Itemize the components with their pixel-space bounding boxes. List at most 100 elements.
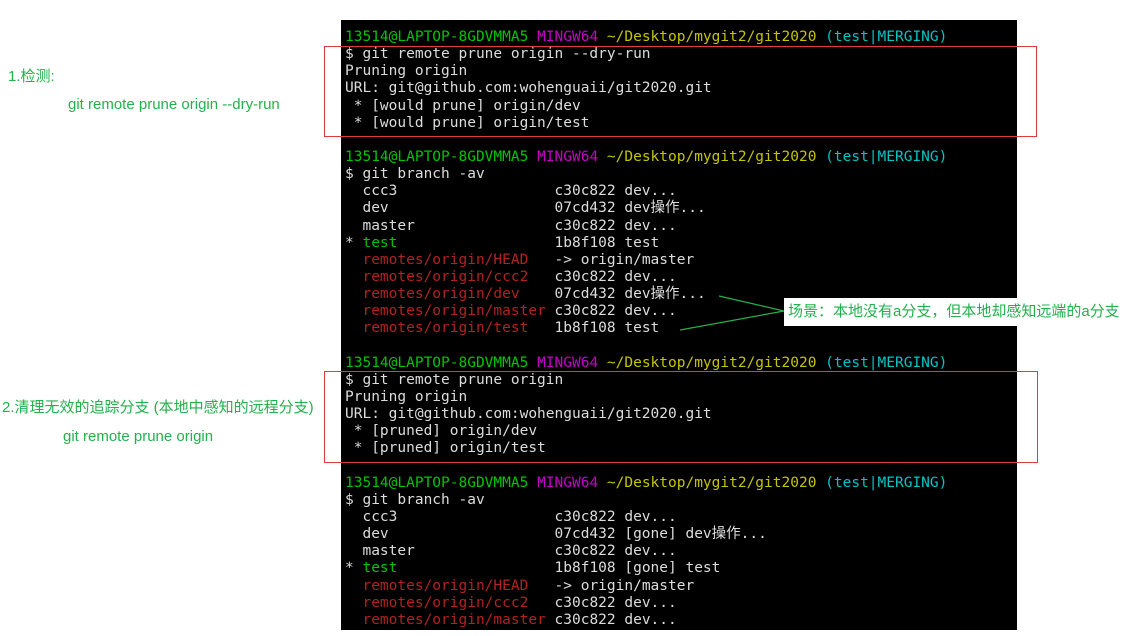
terminal-text-segment: $ git branch -av [345, 492, 485, 508]
terminal-text-segment: remotes/origin/dev [362, 286, 519, 302]
terminal-line: $ git branch -av [345, 492, 1017, 509]
terminal-text-segment: remotes/origin/ccc2 [362, 595, 528, 611]
terminal-text-segment [598, 149, 607, 165]
terminal-text-segment: c30c822 dev... [546, 303, 677, 319]
terminal-line: $ git branch -av [345, 166, 1017, 183]
annotation-step2-command: git remote prune origin [63, 427, 213, 446]
terminal-line: 13514@LAPTOP-8GDVMMA5 MINGW64 ~/Desktop/… [345, 29, 1017, 46]
annotation-step1-title: 1.检测: [8, 67, 55, 86]
terminal-line: remotes/origin/ccc2 c30c822 dev... [345, 269, 1017, 286]
terminal-text-segment [816, 149, 825, 165]
terminal-text-segment: remotes/origin/ccc2 [362, 269, 528, 285]
terminal-text-segment: $ git remote prune origin --dry-run [345, 46, 651, 62]
terminal-text-segment: (test|MERGING) [825, 29, 947, 45]
terminal-text-segment: master c30c822 dev... [345, 218, 677, 234]
terminal-line: ccc3 c30c822 dev... [345, 509, 1017, 526]
terminal-line: URL: git@github.com:wohenguaii/git2020.g… [345, 406, 1017, 423]
terminal-text-segment: * [pruned] origin/test [345, 440, 546, 456]
terminal-text-segment: 1b8f108 test [528, 320, 659, 336]
terminal-text-segment: ~/Desktop/mygit2/git2020 [607, 475, 817, 491]
terminal-text-segment: -> origin/master [528, 578, 694, 594]
page-root: { "page": { "background": "#ffffff" }, "… [0, 0, 1123, 636]
terminal-line: URL: git@github.com:wohenguaii/git2020.g… [345, 80, 1017, 97]
terminal-line: * test 1b8f108 [gone] test [345, 560, 1017, 577]
terminal-text-segment [598, 355, 607, 371]
terminal-text-segment [528, 29, 537, 45]
terminal-text-segment: MINGW64 [537, 355, 598, 371]
terminal-text-segment [345, 269, 362, 285]
terminal-line: Pruning origin [345, 389, 1017, 406]
terminal-line: 13514@LAPTOP-8GDVMMA5 MINGW64 ~/Desktop/… [345, 475, 1017, 492]
terminal-text-segment [345, 286, 362, 302]
terminal-line: ccc3 c30c822 dev... [345, 183, 1017, 200]
annotation-scenario-note: 场景：本地没有a分支，但本地却感知远端的a分支 [784, 298, 1123, 326]
terminal-text-segment: * [would prune] origin/test [345, 115, 589, 131]
terminal-text-segment [816, 355, 825, 371]
terminal-text-segment [816, 29, 825, 45]
terminal-text-segment: ccc3 c30c822 dev... [345, 509, 677, 525]
terminal-text-segment [345, 320, 362, 336]
terminal-blank-line [345, 458, 1017, 475]
terminal-text-segment: MINGW64 [537, 475, 598, 491]
terminal-text-segment: MINGW64 [537, 149, 598, 165]
terminal-text-segment [345, 612, 362, 628]
terminal-text-segment: ~/Desktop/mygit2/git2020 [607, 29, 817, 45]
terminal-line: $ git remote prune origin [345, 372, 1017, 389]
terminal-text-segment: 13514@LAPTOP-8GDVMMA5 [345, 29, 528, 45]
terminal-text-segment [345, 252, 362, 268]
terminal-text-segment: 1b8f108 [gone] test [397, 560, 720, 576]
terminal-text-segment: (test|MERGING) [825, 355, 947, 371]
terminal-text-segment: remotes/origin/test [362, 320, 528, 336]
terminal-text-segment: remotes/origin/master [362, 303, 545, 319]
terminal-text-segment: * [would prune] origin/dev [345, 98, 581, 114]
terminal-blank-line [345, 338, 1017, 355]
terminal-text-segment: c30c822 dev... [546, 612, 677, 628]
terminal-text-segment: dev 07cd432 [gone] dev操作... [345, 526, 767, 542]
terminal-line: dev 07cd432 dev操作... [345, 200, 1017, 217]
terminal-text-segment [816, 475, 825, 491]
terminal-output: 13514@LAPTOP-8GDVMMA5 MINGW64 ~/Desktop/… [345, 29, 1017, 629]
terminal-line: * [would prune] origin/test [345, 115, 1017, 132]
terminal-text-segment: $ git remote prune origin [345, 372, 563, 388]
terminal-blank-line [345, 132, 1017, 149]
terminal-text-segment: 1b8f108 test [397, 235, 659, 251]
annotation-step1-command: git remote prune origin --dry-run [68, 95, 280, 114]
terminal-text-segment: remotes/origin/master [362, 612, 545, 628]
terminal-text-segment: 13514@LAPTOP-8GDVMMA5 [345, 355, 528, 371]
terminal-text-segment: c30c822 dev... [528, 269, 676, 285]
terminal-line: master c30c822 dev... [345, 543, 1017, 560]
terminal-line: $ git remote prune origin --dry-run [345, 46, 1017, 63]
terminal-line: dev 07cd432 [gone] dev操作... [345, 526, 1017, 543]
terminal-text-segment: * [345, 235, 362, 251]
terminal-text-segment: (test|MERGING) [825, 475, 947, 491]
terminal-text-segment: test [362, 560, 397, 576]
terminal-text-segment: master c30c822 dev... [345, 543, 677, 559]
terminal-line: 13514@LAPTOP-8GDVMMA5 MINGW64 ~/Desktop/… [345, 149, 1017, 166]
terminal-line: Pruning origin [345, 63, 1017, 80]
terminal-text-segment: (test|MERGING) [825, 149, 947, 165]
terminal-text-segment: remotes/origin/HEAD [362, 252, 528, 268]
terminal-text-segment: ~/Desktop/mygit2/git2020 [607, 355, 817, 371]
terminal-text-segment: $ git branch -av [345, 166, 485, 182]
terminal-text-segment: 13514@LAPTOP-8GDVMMA5 [345, 149, 528, 165]
terminal-text-segment [598, 29, 607, 45]
terminal-line: * test 1b8f108 test [345, 235, 1017, 252]
terminal-line: remotes/origin/ccc2 c30c822 dev... [345, 595, 1017, 612]
terminal-text-segment: -> origin/master [528, 252, 694, 268]
terminal-text-segment: remotes/origin/HEAD [362, 578, 528, 594]
terminal-text-segment [528, 149, 537, 165]
terminal-line: * [would prune] origin/dev [345, 98, 1017, 115]
terminal-line: remotes/origin/HEAD -> origin/master [345, 578, 1017, 595]
terminal-text-segment [345, 303, 362, 319]
terminal-text-segment: MINGW64 [537, 29, 598, 45]
terminal-text-segment: 13514@LAPTOP-8GDVMMA5 [345, 475, 528, 491]
terminal-line: remotes/origin/master c30c822 dev... [345, 612, 1017, 629]
terminal-line: * [pruned] origin/dev [345, 423, 1017, 440]
terminal-text-segment: c30c822 dev... [528, 595, 676, 611]
terminal-text-segment: ~/Desktop/mygit2/git2020 [607, 149, 817, 165]
terminal-line: remotes/origin/HEAD -> origin/master [345, 252, 1017, 269]
terminal-text-segment [345, 595, 362, 611]
terminal-text-segment: test [362, 235, 397, 251]
terminal-line: master c30c822 dev... [345, 218, 1017, 235]
terminal-text-segment: 07cd432 dev操作... [520, 286, 706, 302]
